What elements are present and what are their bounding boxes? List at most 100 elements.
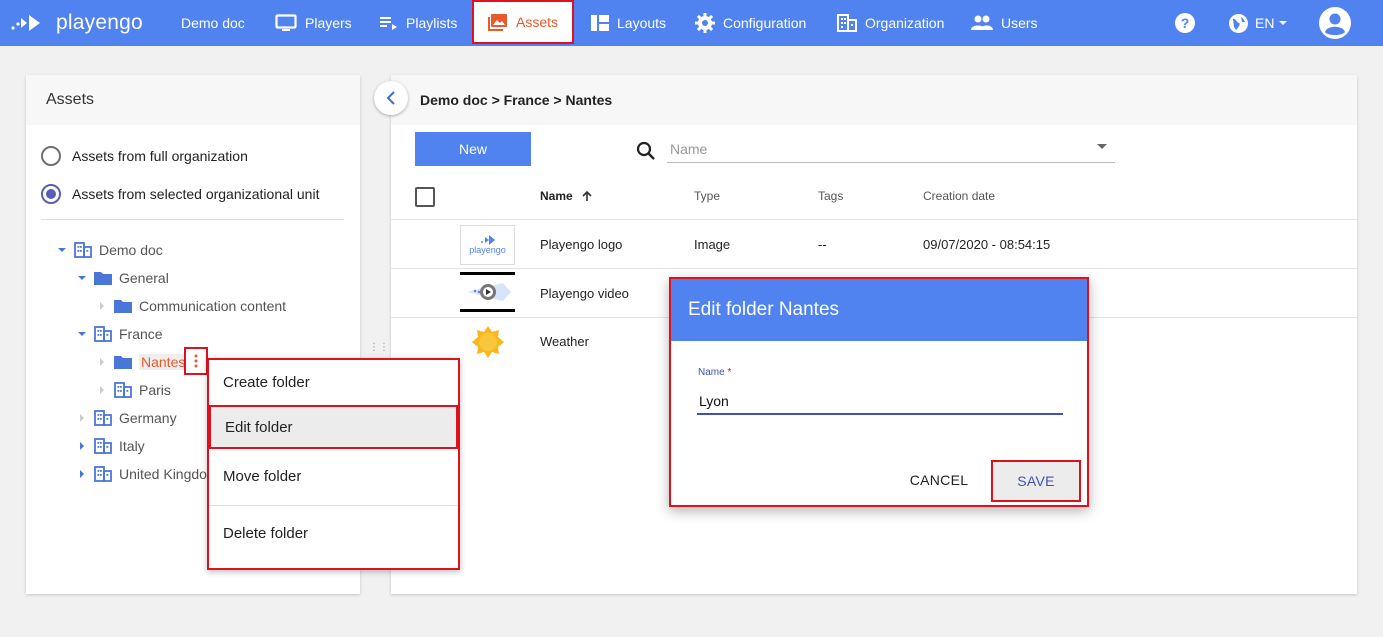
- caret-right-icon[interactable]: [96, 356, 108, 368]
- building-icon: [94, 410, 112, 426]
- panel-resize-handle[interactable]: ⋮⋮: [369, 342, 389, 353]
- tree-node-paris[interactable]: Paris: [96, 379, 171, 401]
- caret-down-icon[interactable]: [76, 272, 88, 284]
- tree-node-france[interactable]: France: [76, 323, 163, 345]
- menu-item-edit-folder[interactable]: Edit folder: [209, 405, 458, 449]
- asset-tags: --: [818, 237, 827, 252]
- tree-label: Paris: [139, 382, 171, 398]
- caret-right-icon[interactable]: [76, 468, 88, 480]
- folder-context-menu: Create folder Edit folder Move folder De…: [207, 358, 460, 570]
- tree-node-general[interactable]: General: [76, 267, 169, 289]
- search-icon: [636, 141, 655, 160]
- users-icon: [971, 15, 993, 30]
- nav-demo-doc[interactable]: Demo doc: [181, 0, 245, 46]
- column-name-header[interactable]: Name: [540, 189, 593, 203]
- nav-label: Layouts: [617, 15, 667, 31]
- help-button[interactable]: ?: [1174, 0, 1196, 46]
- nav-label: Configuration: [723, 15, 807, 31]
- asset-thumbnail: [460, 322, 515, 362]
- table-header: [391, 175, 1357, 220]
- radio-checked[interactable]: [41, 184, 61, 204]
- select-all-checkbox[interactable]: [415, 187, 435, 207]
- tree-node-united-kingdom[interactable]: United Kingdo: [76, 463, 207, 485]
- radio-label: Assets from selected organizational unit: [72, 186, 320, 202]
- playlist-icon: [380, 17, 397, 30]
- column-tags-header[interactable]: Tags: [818, 189, 843, 203]
- folder-name-input[interactable]: [697, 389, 1063, 415]
- caret-right-icon[interactable]: [76, 412, 88, 424]
- building-icon: [114, 382, 132, 398]
- column-type-header[interactable]: Type: [694, 189, 720, 203]
- thumbnail-text: playengo: [469, 245, 506, 255]
- help-icon: ?: [1175, 13, 1195, 33]
- new-asset-button[interactable]: New: [415, 132, 531, 166]
- video-play-icon: [466, 283, 511, 301]
- search-input[interactable]: [667, 135, 1115, 163]
- tree-label: General: [119, 270, 169, 286]
- save-button[interactable]: SAVE: [991, 460, 1081, 502]
- caret-right-icon[interactable]: [96, 300, 108, 312]
- table-row[interactable]: playengo Playengo logo Image -- 09/07/20…: [391, 221, 1357, 269]
- radio-full-organization[interactable]: Assets from full organization: [41, 146, 248, 166]
- radio-selected-unit[interactable]: Assets from selected organizational unit: [41, 184, 319, 204]
- tree-label: Italy: [119, 438, 145, 454]
- svg-text:?: ?: [1181, 15, 1190, 31]
- tree-label: Demo doc: [99, 242, 163, 258]
- brand-logo[interactable]: playengo: [10, 8, 143, 38]
- asset-type: Image: [694, 237, 731, 252]
- cancel-button[interactable]: CANCEL: [903, 465, 975, 495]
- asset-name: Playengo logo: [540, 237, 623, 252]
- caret-right-icon[interactable]: [96, 384, 108, 396]
- monitor-icon: [275, 14, 297, 31]
- collapse-panel-button[interactable]: [374, 81, 408, 115]
- folder-options-button[interactable]: [184, 347, 208, 375]
- tree-label-selected: Nantes: [139, 354, 188, 370]
- nav-label: Organization: [865, 15, 945, 31]
- nav-label: Assets: [516, 14, 559, 30]
- breadcrumb: Demo doc > France > Nantes: [420, 92, 613, 108]
- menu-item-move-folder[interactable]: Move folder: [209, 452, 458, 500]
- language-selector[interactable]: EN: [1228, 0, 1288, 46]
- folder-icon: [114, 299, 132, 313]
- menu-item-delete-folder[interactable]: Delete folder: [209, 510, 458, 556]
- nav-players[interactable]: Players: [275, 0, 352, 46]
- gear-icon: [695, 13, 715, 33]
- divider: [41, 219, 344, 220]
- menu-item-create-folder[interactable]: Create folder: [209, 360, 458, 404]
- sun-icon: [471, 326, 504, 358]
- caret-down-icon[interactable]: [76, 328, 88, 340]
- tree-node-nantes[interactable]: Nantes: [96, 351, 188, 373]
- asset-thumbnail: playengo: [460, 225, 515, 265]
- account-button[interactable]: [1318, 0, 1352, 46]
- caret-down-icon: [1279, 21, 1288, 25]
- building-icon: [94, 438, 112, 454]
- nav-layouts[interactable]: Layouts: [591, 0, 666, 46]
- name-field-label: Name *: [698, 367, 731, 378]
- tree-node-communication-content[interactable]: Communication content: [96, 295, 286, 317]
- nav-label: Playlists: [406, 15, 458, 31]
- asset-name: Weather: [540, 334, 589, 349]
- layout-icon: [591, 15, 609, 31]
- globe-icon: [1229, 13, 1248, 33]
- caret-right-icon[interactable]: [76, 440, 88, 452]
- tree-node-italy[interactable]: Italy: [76, 435, 145, 457]
- playengo-logo-icon: [11, 15, 40, 31]
- nav-organization[interactable]: Organization: [837, 0, 944, 46]
- column-creation-date-header[interactable]: Creation date: [923, 189, 995, 203]
- arrow-up-icon: [582, 190, 592, 201]
- building-icon: [837, 14, 857, 32]
- radio-unchecked[interactable]: [41, 146, 61, 166]
- tree-node-germany[interactable]: Germany: [76, 407, 177, 429]
- edit-folder-dialog: Edit folder Nantes Name * CANCEL SAVE: [669, 277, 1089, 507]
- nav-users[interactable]: Users: [971, 0, 1038, 46]
- more-vertical-icon: [194, 354, 198, 368]
- search-filter-dropdown[interactable]: [1097, 144, 1107, 149]
- nav-assets[interactable]: Assets: [472, 0, 575, 44]
- nav-playlists[interactable]: Playlists: [380, 0, 457, 46]
- building-icon: [74, 242, 92, 258]
- caret-down-icon[interactable]: [56, 244, 68, 256]
- nav-configuration[interactable]: Configuration: [695, 0, 806, 46]
- language-label: EN: [1255, 15, 1275, 31]
- nav-label: Players: [305, 15, 352, 31]
- tree-node-demo-doc[interactable]: Demo doc: [56, 239, 163, 261]
